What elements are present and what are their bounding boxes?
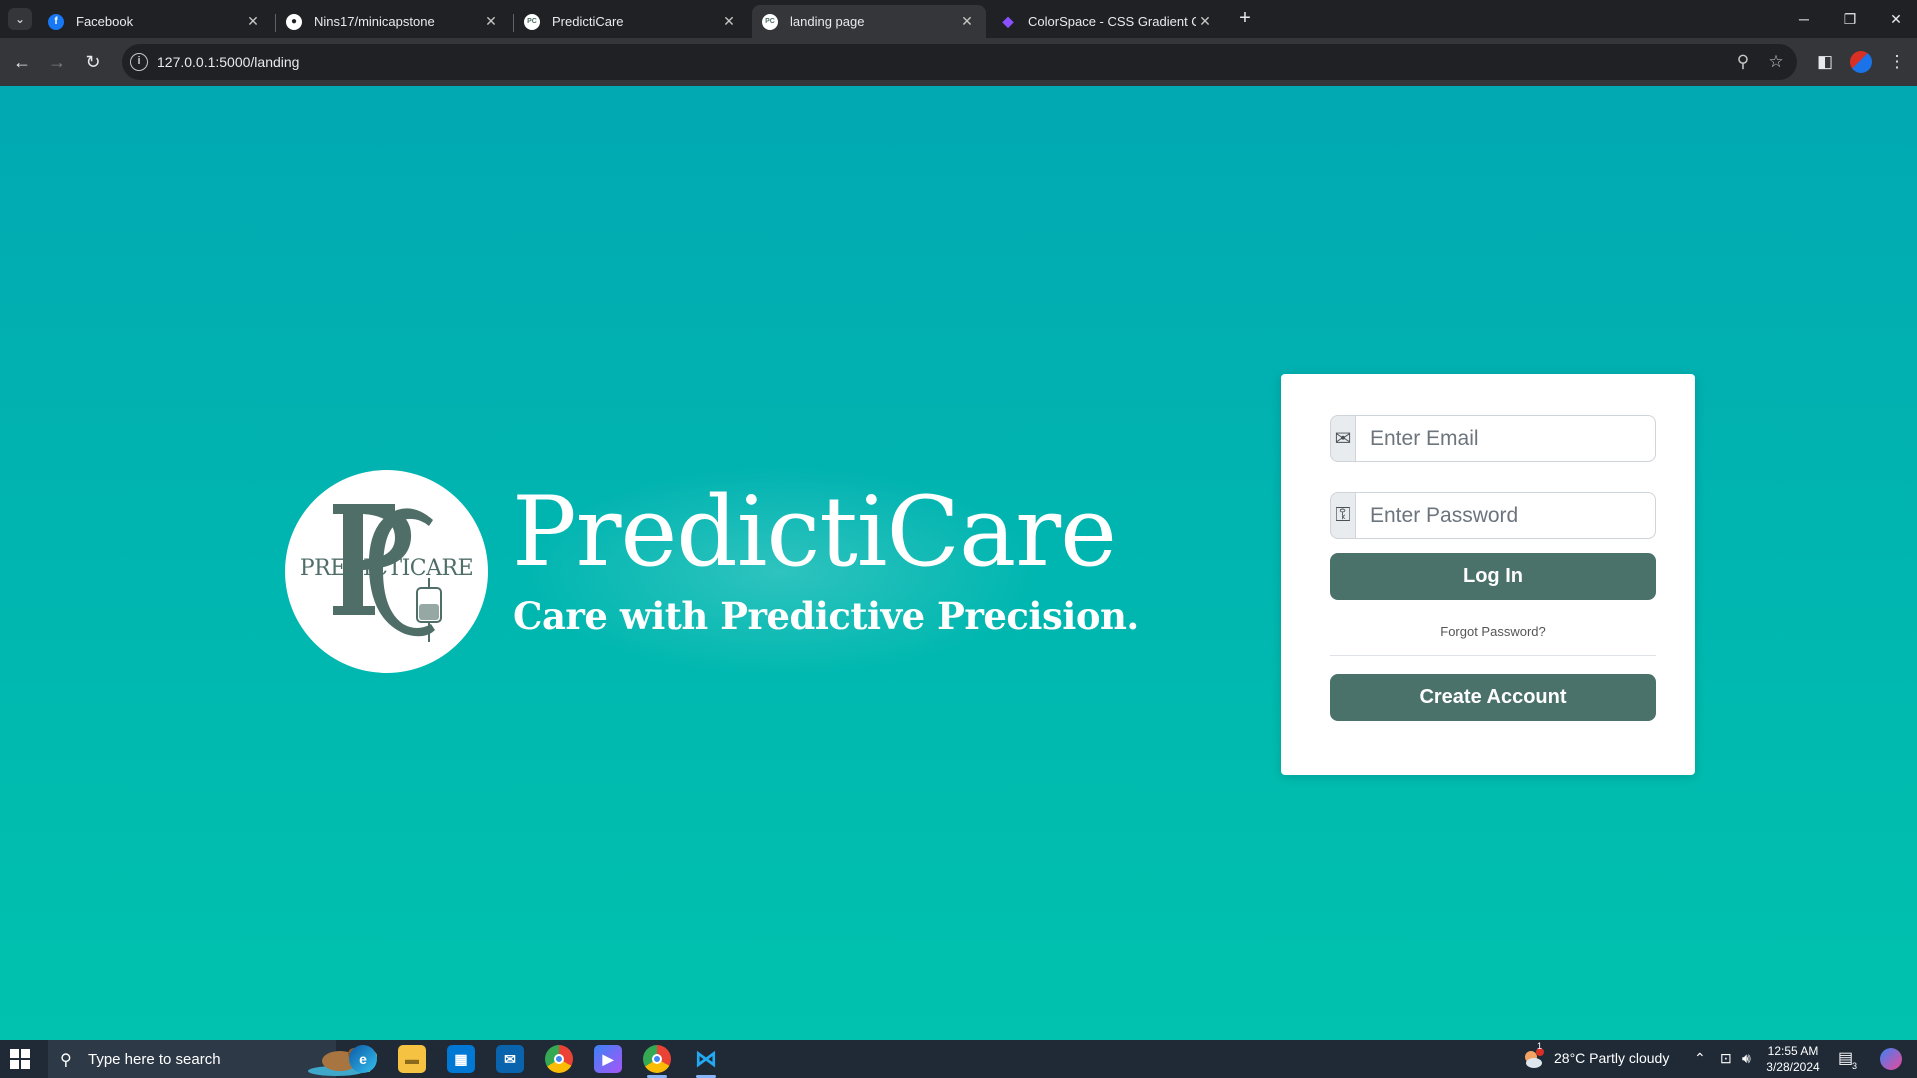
divider <box>1330 655 1656 656</box>
window-close-icon[interactable]: ✕ <box>1876 6 1916 32</box>
url-text[interactable]: 127.0.0.1:5000/landing <box>157 54 299 70</box>
chevron-up-icon[interactable]: ⌃ <box>1694 1050 1706 1067</box>
tab-search-chevron-icon[interactable]: ⌄ <box>8 8 32 30</box>
password-field[interactable] <box>1356 492 1656 539</box>
forgot-password-link[interactable]: Forgot Password? <box>1330 624 1656 639</box>
brand-title: PredictiCare <box>512 476 1117 588</box>
search-icon: ⚲ <box>60 1052 72 1069</box>
predicticare-icon: PC <box>762 13 778 30</box>
side-panel-icon[interactable]: ◧ <box>1813 50 1837 74</box>
site-info-icon[interactable]: i <box>130 53 148 71</box>
back-arrow-icon[interactable]: ← <box>10 50 34 74</box>
mail-icon[interactable]: ✉ <box>496 1045 524 1073</box>
github-icon: ● <box>286 13 302 30</box>
close-icon[interactable]: ✕ <box>720 13 738 30</box>
reload-icon[interactable]: ↻ <box>81 50 105 74</box>
zoom-icon[interactable]: ⚲ <box>1732 51 1754 73</box>
logo-wordmark: PREDICTICARE <box>299 556 474 581</box>
close-icon[interactable]: ✕ <box>1196 13 1214 30</box>
profile-avatar[interactable] <box>1850 51 1872 73</box>
tab-title: Nins17/minicapstone <box>314 14 435 29</box>
store-icon[interactable]: ▦ <box>447 1045 475 1073</box>
login-button[interactable]: Log In <box>1330 553 1656 600</box>
facebook-icon: f <box>48 13 64 30</box>
volume-icon[interactable]: 🔊︎ <box>1742 1050 1751 1067</box>
file-explorer-icon[interactable]: ▬ <box>398 1045 426 1073</box>
windows-taskbar: ⚲ Type here to search e ▬ ▦ ✉ ▶ ⋈ 1 28°C… <box>0 1040 1917 1078</box>
browser-tab-strip: ⌄ f Facebook ✕ ● Nins17/minicapstone ✕ P… <box>0 0 1917 38</box>
windows-start-icon[interactable] <box>10 1049 30 1069</box>
create-account-button[interactable]: Create Account <box>1330 674 1656 721</box>
key-icon: ⚿ <box>1330 492 1356 539</box>
forward-arrow-icon[interactable]: → <box>45 50 69 74</box>
tab-title: Facebook <box>76 14 134 29</box>
search-placeholder: Type here to search <box>88 1051 221 1068</box>
brand-tagline: Care with Predictive Precision. <box>513 594 1139 638</box>
address-bar[interactable]: i 127.0.0.1:5000/landing ⚲ ☆ <box>122 44 1797 80</box>
password-input-group: ⚿ <box>1330 492 1656 539</box>
copilot-icon[interactable]: ▶ <box>594 1045 622 1073</box>
chrome-profile-icon[interactable] <box>643 1045 671 1078</box>
weather-alert-badge: 1 <box>1537 1041 1543 1051</box>
predicticare-logo: PREDICTICARE <box>285 470 488 673</box>
browser-toolbar: ← → ↻ i 127.0.0.1:5000/landing ⚲ ☆ ◧ ⋮ <box>0 38 1917 86</box>
tab-title: ColorSpace - CSS Gradient Color <box>1028 14 1196 29</box>
notification-icon[interactable]: ▤ <box>1838 1048 1853 1068</box>
minimize-icon[interactable]: ─ <box>1784 6 1824 32</box>
network-icon[interactable]: ⊡ <box>1720 1050 1732 1067</box>
email-field[interactable] <box>1356 415 1656 462</box>
tab-title: landing page <box>790 14 865 29</box>
tab-predicticare[interactable]: PC PredictiCare ✕ <box>514 5 748 38</box>
close-icon[interactable]: ✕ <box>482 13 500 30</box>
tab-landing-page[interactable]: PC landing page ✕ <box>752 5 986 38</box>
bookmark-star-icon[interactable]: ☆ <box>1765 51 1787 73</box>
system-clock[interactable]: 12:55 AM 3/28/2024 <box>1763 1043 1823 1075</box>
copilot-tray-icon[interactable] <box>1880 1048 1902 1070</box>
more-menu-icon[interactable]: ⋮ <box>1885 50 1909 74</box>
restore-icon[interactable]: ❐ <box>1830 6 1870 32</box>
login-card: ✉ ⚿ Log In Forgot Password? Create Accou… <box>1281 374 1695 775</box>
edge-icon[interactable]: e <box>349 1045 377 1073</box>
chrome-icon[interactable] <box>545 1045 573 1073</box>
clock-time: 12:55 AM <box>1767 1044 1819 1058</box>
weather-icon <box>1525 1048 1544 1068</box>
weather-widget[interactable]: 28°C Partly cloudy <box>1554 1050 1669 1066</box>
tab-facebook[interactable]: f Facebook ✕ <box>38 5 272 38</box>
clock-date: 3/28/2024 <box>1766 1060 1820 1074</box>
predicticare-icon: PC <box>524 13 540 30</box>
email-input-group: ✉ <box>1330 415 1656 462</box>
close-icon[interactable]: ✕ <box>958 13 976 30</box>
landing-page: PREDICTICARE PredictiCare Care with Pred… <box>0 86 1917 1040</box>
colorspace-icon: ◆ <box>1002 13 1014 29</box>
new-tab-button[interactable]: + <box>1234 8 1256 30</box>
envelope-icon: ✉ <box>1330 415 1356 462</box>
tab-colorspace[interactable]: ◆ ColorSpace - CSS Gradient Color ✕ <box>990 5 1224 38</box>
vscode-icon[interactable]: ⋈ <box>692 1045 720 1078</box>
tab-title: PredictiCare <box>552 14 624 29</box>
close-icon[interactable]: ✕ <box>244 13 262 30</box>
taskbar-search[interactable]: ⚲ Type here to search <box>48 1040 377 1078</box>
notification-count: 3 <box>1852 1061 1858 1071</box>
tab-github[interactable]: ● Nins17/minicapstone ✕ <box>276 5 510 38</box>
